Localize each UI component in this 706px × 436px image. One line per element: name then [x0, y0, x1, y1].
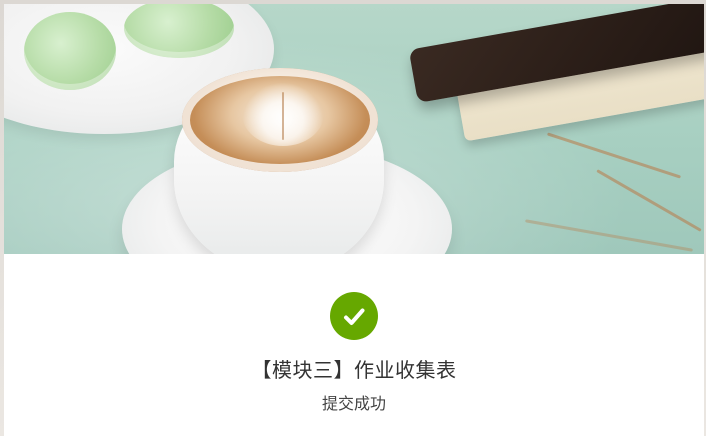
wood-grain — [596, 169, 702, 232]
success-card: 【模块三】作业收集表 提交成功 — [4, 4, 704, 436]
form-title: 【模块三】作业收集表 — [251, 358, 457, 382]
banner-image — [4, 4, 704, 254]
wood-grain — [525, 219, 693, 252]
checkmark-circle-icon — [330, 292, 378, 340]
latte-art — [242, 82, 324, 146]
book — [408, 4, 704, 168]
page: 【模块三】作业收集表 提交成功 — [0, 0, 706, 436]
macaron — [24, 12, 116, 90]
success-message: 提交成功 — [321, 394, 386, 413]
submission-result: 【模块三】作业收集表 提交成功 — [4, 254, 704, 436]
